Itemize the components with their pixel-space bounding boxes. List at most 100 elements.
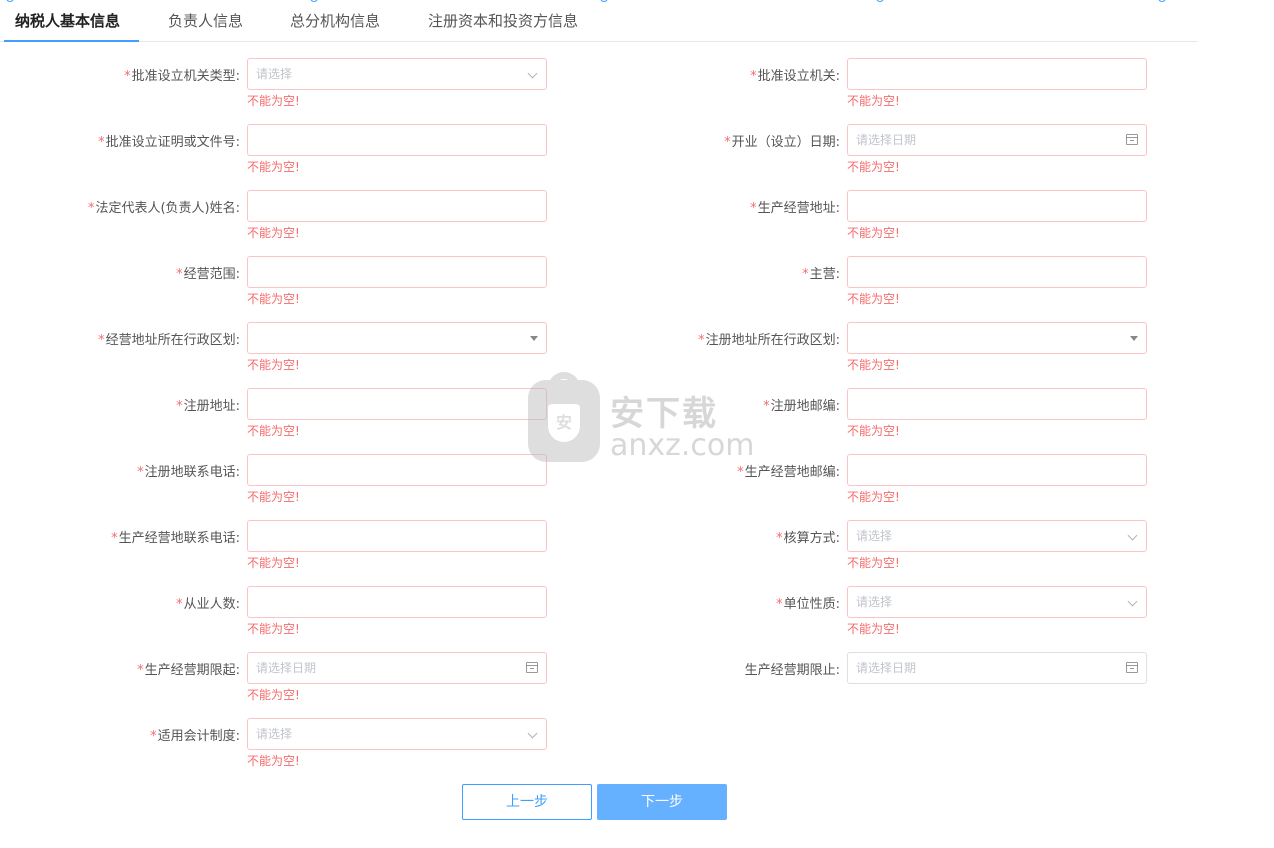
field-label-text: 生产经营地联系电话: [118, 531, 240, 546]
field-label-text: 主营: [809, 267, 840, 282]
field-label-text: 单位性质: [783, 597, 840, 612]
validation-error-text: 不能为空! [847, 226, 900, 240]
required-mark: * [98, 333, 105, 348]
placeholder-text: 请选择日期 [856, 133, 917, 147]
form-field: *核算方式: 请选择不能为空! [600, 520, 1200, 576]
required-mark: * [176, 267, 183, 282]
form-field: *生产经营期限起: 请选择日期 不能为空! [0, 652, 600, 708]
placeholder-text: 请选择 [256, 67, 293, 81]
validation-error-text: 不能为空! [247, 358, 300, 372]
validation-error-text: 不能为空! [847, 556, 900, 570]
text-input[interactable] [247, 454, 547, 486]
field-label: *注册地址: [0, 395, 240, 414]
placeholder-text: 请选择日期 [856, 661, 917, 675]
validation-error-text: 不能为空! [247, 622, 300, 636]
required-mark: * [137, 465, 144, 480]
field-label-text: 开业（设立）日期: [731, 135, 840, 150]
tab-branch-info[interactable]: 总分机构信息 [290, 0, 380, 42]
field-label: *生产经营地联系电话: [0, 527, 240, 546]
text-input[interactable] [847, 58, 1147, 90]
text-input[interactable] [247, 190, 547, 222]
field-label: 生产经营期限止: [600, 659, 840, 678]
field-label-text: 生产经营地址: [757, 201, 840, 216]
field-label-text: 注册地址所在行政区划: [705, 333, 840, 348]
select-input[interactable]: 请选择 [247, 58, 547, 90]
date-picker-input[interactable]: 请选择日期 [847, 124, 1147, 156]
caret-down-icon [530, 336, 538, 341]
tab-registered-capital-investor-info[interactable]: 注册资本和投资方信息 [428, 0, 578, 42]
validation-error-text: 不能为空! [247, 688, 300, 702]
field-label: *批准设立机关: [600, 65, 840, 84]
text-input[interactable] [847, 454, 1147, 486]
field-label-text: 经营范围: [183, 267, 240, 282]
required-mark: * [87, 201, 95, 216]
field-label: *主营: [600, 263, 840, 282]
form-field: *批准设立证明或文件号: 不能为空! [0, 124, 600, 180]
form-field: *单位性质: 请选择 不能为空! [600, 586, 1200, 642]
field-label-text: 批准设立机关类型: [131, 69, 240, 84]
required-mark: * [150, 729, 157, 744]
text-input[interactable] [847, 256, 1147, 288]
field-label-text: 法定代表人(负责人)姓名: [95, 201, 240, 216]
field-label-text: 生产经营地邮编: [744, 465, 840, 480]
tab-responsible-person-info[interactable]: 负责人信息 [168, 0, 243, 42]
select-input[interactable]: 请选择 [847, 520, 1147, 552]
form-field: *批准设立机关类型: 请选择 不能为空! [0, 58, 600, 114]
validation-error-text: 不能为空! [847, 424, 900, 438]
required-mark: * [776, 531, 783, 546]
placeholder-text: 请选择 [856, 595, 893, 609]
validation-error-text: 不能为空! [847, 160, 900, 174]
region-dropdown[interactable] [247, 322, 547, 354]
select-input[interactable]: 请选择 [847, 586, 1147, 618]
chevron-down-icon [1127, 596, 1138, 607]
text-input[interactable] [247, 124, 547, 156]
field-label: *开业（设立）日期: [600, 131, 840, 150]
select-input[interactable]: 请选择 [247, 718, 547, 750]
required-mark: * [750, 201, 757, 216]
text-input[interactable] [847, 190, 1147, 222]
chevron-down-icon [527, 728, 538, 739]
field-label: *单位性质: [600, 593, 840, 612]
required-mark: * [176, 597, 183, 612]
field-label: *核算方式: [600, 527, 840, 546]
validation-error-text: 不能为空! [247, 754, 300, 768]
caret-down-icon [1130, 336, 1138, 341]
chevron-down-icon [1127, 530, 1138, 541]
region-dropdown[interactable] [847, 322, 1147, 354]
form-field: *注册地址: 不能为空! [0, 388, 600, 444]
required-mark: * [98, 135, 105, 150]
validation-error-text: 不能为空! [247, 556, 300, 570]
form-field: *主营: 不能为空! [600, 256, 1200, 312]
form-field: *适用会计制度: 请选择不能为空! [0, 718, 600, 774]
text-input[interactable] [847, 388, 1147, 420]
text-input[interactable] [247, 388, 547, 420]
required-mark: * [750, 69, 757, 84]
text-input[interactable] [247, 520, 547, 552]
text-input[interactable] [247, 586, 547, 618]
field-label-text: 核算方式: [783, 531, 840, 546]
tab-taxpayer-basic-info[interactable]: 纳税人基本信息 [15, 0, 120, 42]
date-picker-input[interactable]: 请选择日期 [247, 652, 547, 684]
required-mark: * [776, 597, 783, 612]
field-label: *经营范围: [0, 263, 240, 282]
next-step-button[interactable]: 下一步 [597, 784, 727, 820]
field-label-text: 生产经营期限止: [744, 663, 840, 678]
calendar-icon [1126, 134, 1138, 145]
validation-error-text: 不能为空! [847, 94, 900, 108]
validation-error-text: 不能为空! [847, 490, 900, 504]
required-mark: * [124, 69, 131, 84]
required-mark: * [763, 399, 770, 414]
watermark-text-en: anxz.com [610, 428, 755, 463]
form-field: *批准设立机关: 不能为空! [600, 58, 1200, 114]
prev-step-button[interactable]: 上一步 [462, 784, 592, 820]
required-mark: * [724, 135, 731, 150]
form-field: *法定代表人(负责人)姓名: 不能为空! [0, 190, 600, 246]
date-picker-input[interactable]: 请选择日期 [847, 652, 1147, 684]
required-mark: * [137, 663, 144, 678]
form-field: 生产经营期限止: 请选择日期 [600, 652, 1200, 708]
field-label: *适用会计制度: [0, 725, 240, 744]
text-input[interactable] [247, 256, 547, 288]
form-field: *经营地址所在行政区划: 不能为空! [0, 322, 600, 378]
validation-error-text: 不能为空! [247, 160, 300, 174]
required-mark: * [176, 399, 183, 414]
